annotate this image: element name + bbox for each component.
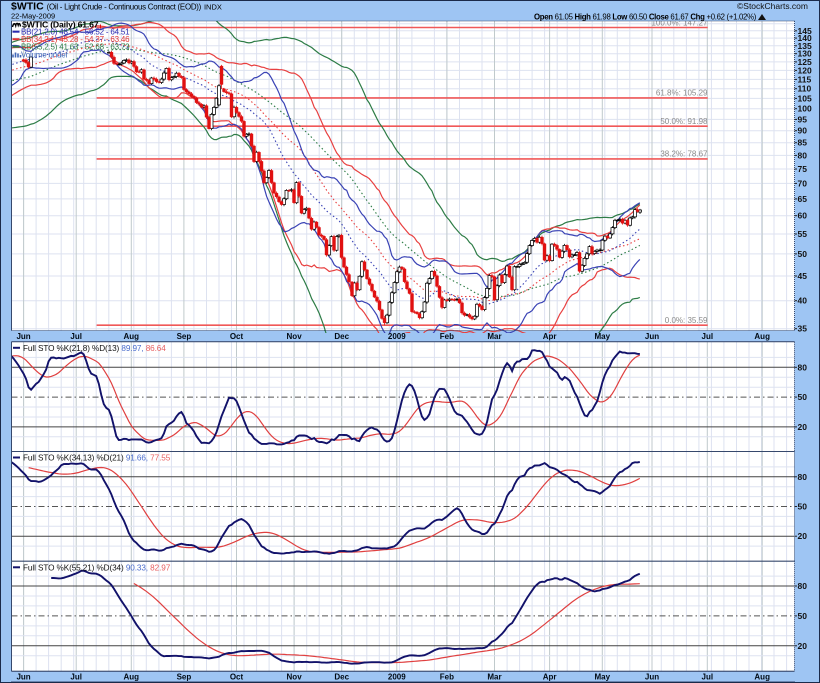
svg-text:20: 20	[798, 422, 808, 432]
svg-text:Nov: Nov	[287, 332, 303, 341]
svg-text:Jul: Jul	[70, 332, 82, 341]
svg-text:Dec: Dec	[334, 332, 349, 341]
svg-text:80: 80	[798, 581, 808, 591]
svg-text:Full STO %K(55,21) %D(34) 90.3: Full STO %K(55,21) %D(34) 90.33, 82.97	[23, 563, 171, 572]
svg-text:Mar: Mar	[487, 672, 501, 681]
svg-text:Aug: Aug	[754, 332, 770, 341]
svg-text:50: 50	[798, 392, 808, 402]
svg-text:Jun: Jun	[16, 332, 30, 341]
svg-text:70: 70	[798, 178, 808, 188]
svg-text:105: 105	[798, 93, 812, 103]
svg-text:40: 40	[798, 296, 808, 306]
svg-text:Aug: Aug	[124, 332, 140, 341]
svg-text:38.2%: 78.67: 38.2%: 78.67	[660, 150, 708, 159]
svg-text:Jul: Jul	[702, 332, 714, 341]
svg-text:Oct: Oct	[230, 672, 244, 681]
svg-text:85: 85	[798, 138, 808, 148]
svg-text:©StockCharts.com: ©StockCharts.com	[737, 1, 808, 11]
svg-text:20: 20	[798, 531, 808, 541]
svg-text:80: 80	[798, 150, 808, 160]
svg-text:50.0%: 91.98: 50.0%: 91.98	[660, 117, 708, 126]
svg-text:55: 55	[798, 229, 808, 239]
svg-text:Jun: Jun	[16, 672, 30, 681]
svg-text:Feb: Feb	[440, 332, 454, 341]
svg-text:2009: 2009	[388, 332, 406, 341]
svg-text:Jul: Jul	[70, 672, 82, 681]
svg-text:0.0%: 35.59: 0.0%: 35.59	[665, 316, 708, 325]
svg-text:Open 61.05 High 61.98 Low 60.5: Open 61.05 High 61.98 Low 60.50 Close 61…	[534, 13, 757, 22]
svg-text:115: 115	[798, 74, 812, 84]
svg-text:Apr: Apr	[543, 672, 557, 681]
svg-text:Sep: Sep	[177, 332, 192, 341]
svg-text:75: 75	[798, 164, 808, 174]
svg-text:Jun: Jun	[645, 672, 659, 681]
svg-text:Sep: Sep	[177, 672, 192, 681]
svg-text:Jun: Jun	[645, 332, 659, 341]
svg-text:80: 80	[798, 362, 808, 372]
svg-text:Aug: Aug	[124, 672, 140, 681]
svg-text:61.8%: 105.29: 61.8%: 105.29	[656, 89, 708, 98]
svg-text:90: 90	[798, 126, 808, 136]
svg-text:95: 95	[798, 114, 808, 124]
svg-text:50: 50	[798, 502, 808, 512]
svg-text:80: 80	[798, 472, 808, 482]
svg-text:Dec: Dec	[334, 672, 349, 681]
svg-text:May: May	[595, 332, 611, 341]
svg-text:35: 35	[798, 324, 808, 334]
svg-text:45: 45	[798, 271, 808, 281]
svg-text:145: 145	[798, 26, 812, 36]
svg-text:2009: 2009	[388, 672, 406, 681]
svg-text:Apr: Apr	[543, 332, 557, 341]
svg-text:Oct: Oct	[230, 332, 244, 341]
svg-text:Nov: Nov	[287, 672, 303, 681]
svg-text:May: May	[595, 672, 611, 681]
svg-text:Feb: Feb	[440, 672, 454, 681]
svg-text:Full STO %K(34,13) %D(21) 91.6: Full STO %K(34,13) %D(21) 91.66, 77.55	[23, 454, 171, 463]
svg-text:50: 50	[798, 249, 808, 259]
svg-text:Jul: Jul	[702, 672, 714, 681]
svg-text:20: 20	[798, 641, 808, 651]
svg-text:60: 60	[798, 211, 808, 221]
svg-text:65: 65	[798, 194, 808, 204]
svg-text:50: 50	[798, 611, 808, 621]
svg-text:Full STO %K(21,8) %D(13) 89.97: Full STO %K(21,8) %D(13) 89.97, 86.64	[23, 344, 166, 353]
svg-text:100: 100	[798, 104, 812, 114]
svg-text:Aug: Aug	[754, 672, 770, 681]
svg-text:22-May-2009: 22-May-2009	[11, 12, 55, 21]
svg-text:Mar: Mar	[487, 332, 501, 341]
svg-text:110: 110	[798, 84, 812, 94]
svg-text:Volume undef: Volume undef	[21, 51, 69, 60]
